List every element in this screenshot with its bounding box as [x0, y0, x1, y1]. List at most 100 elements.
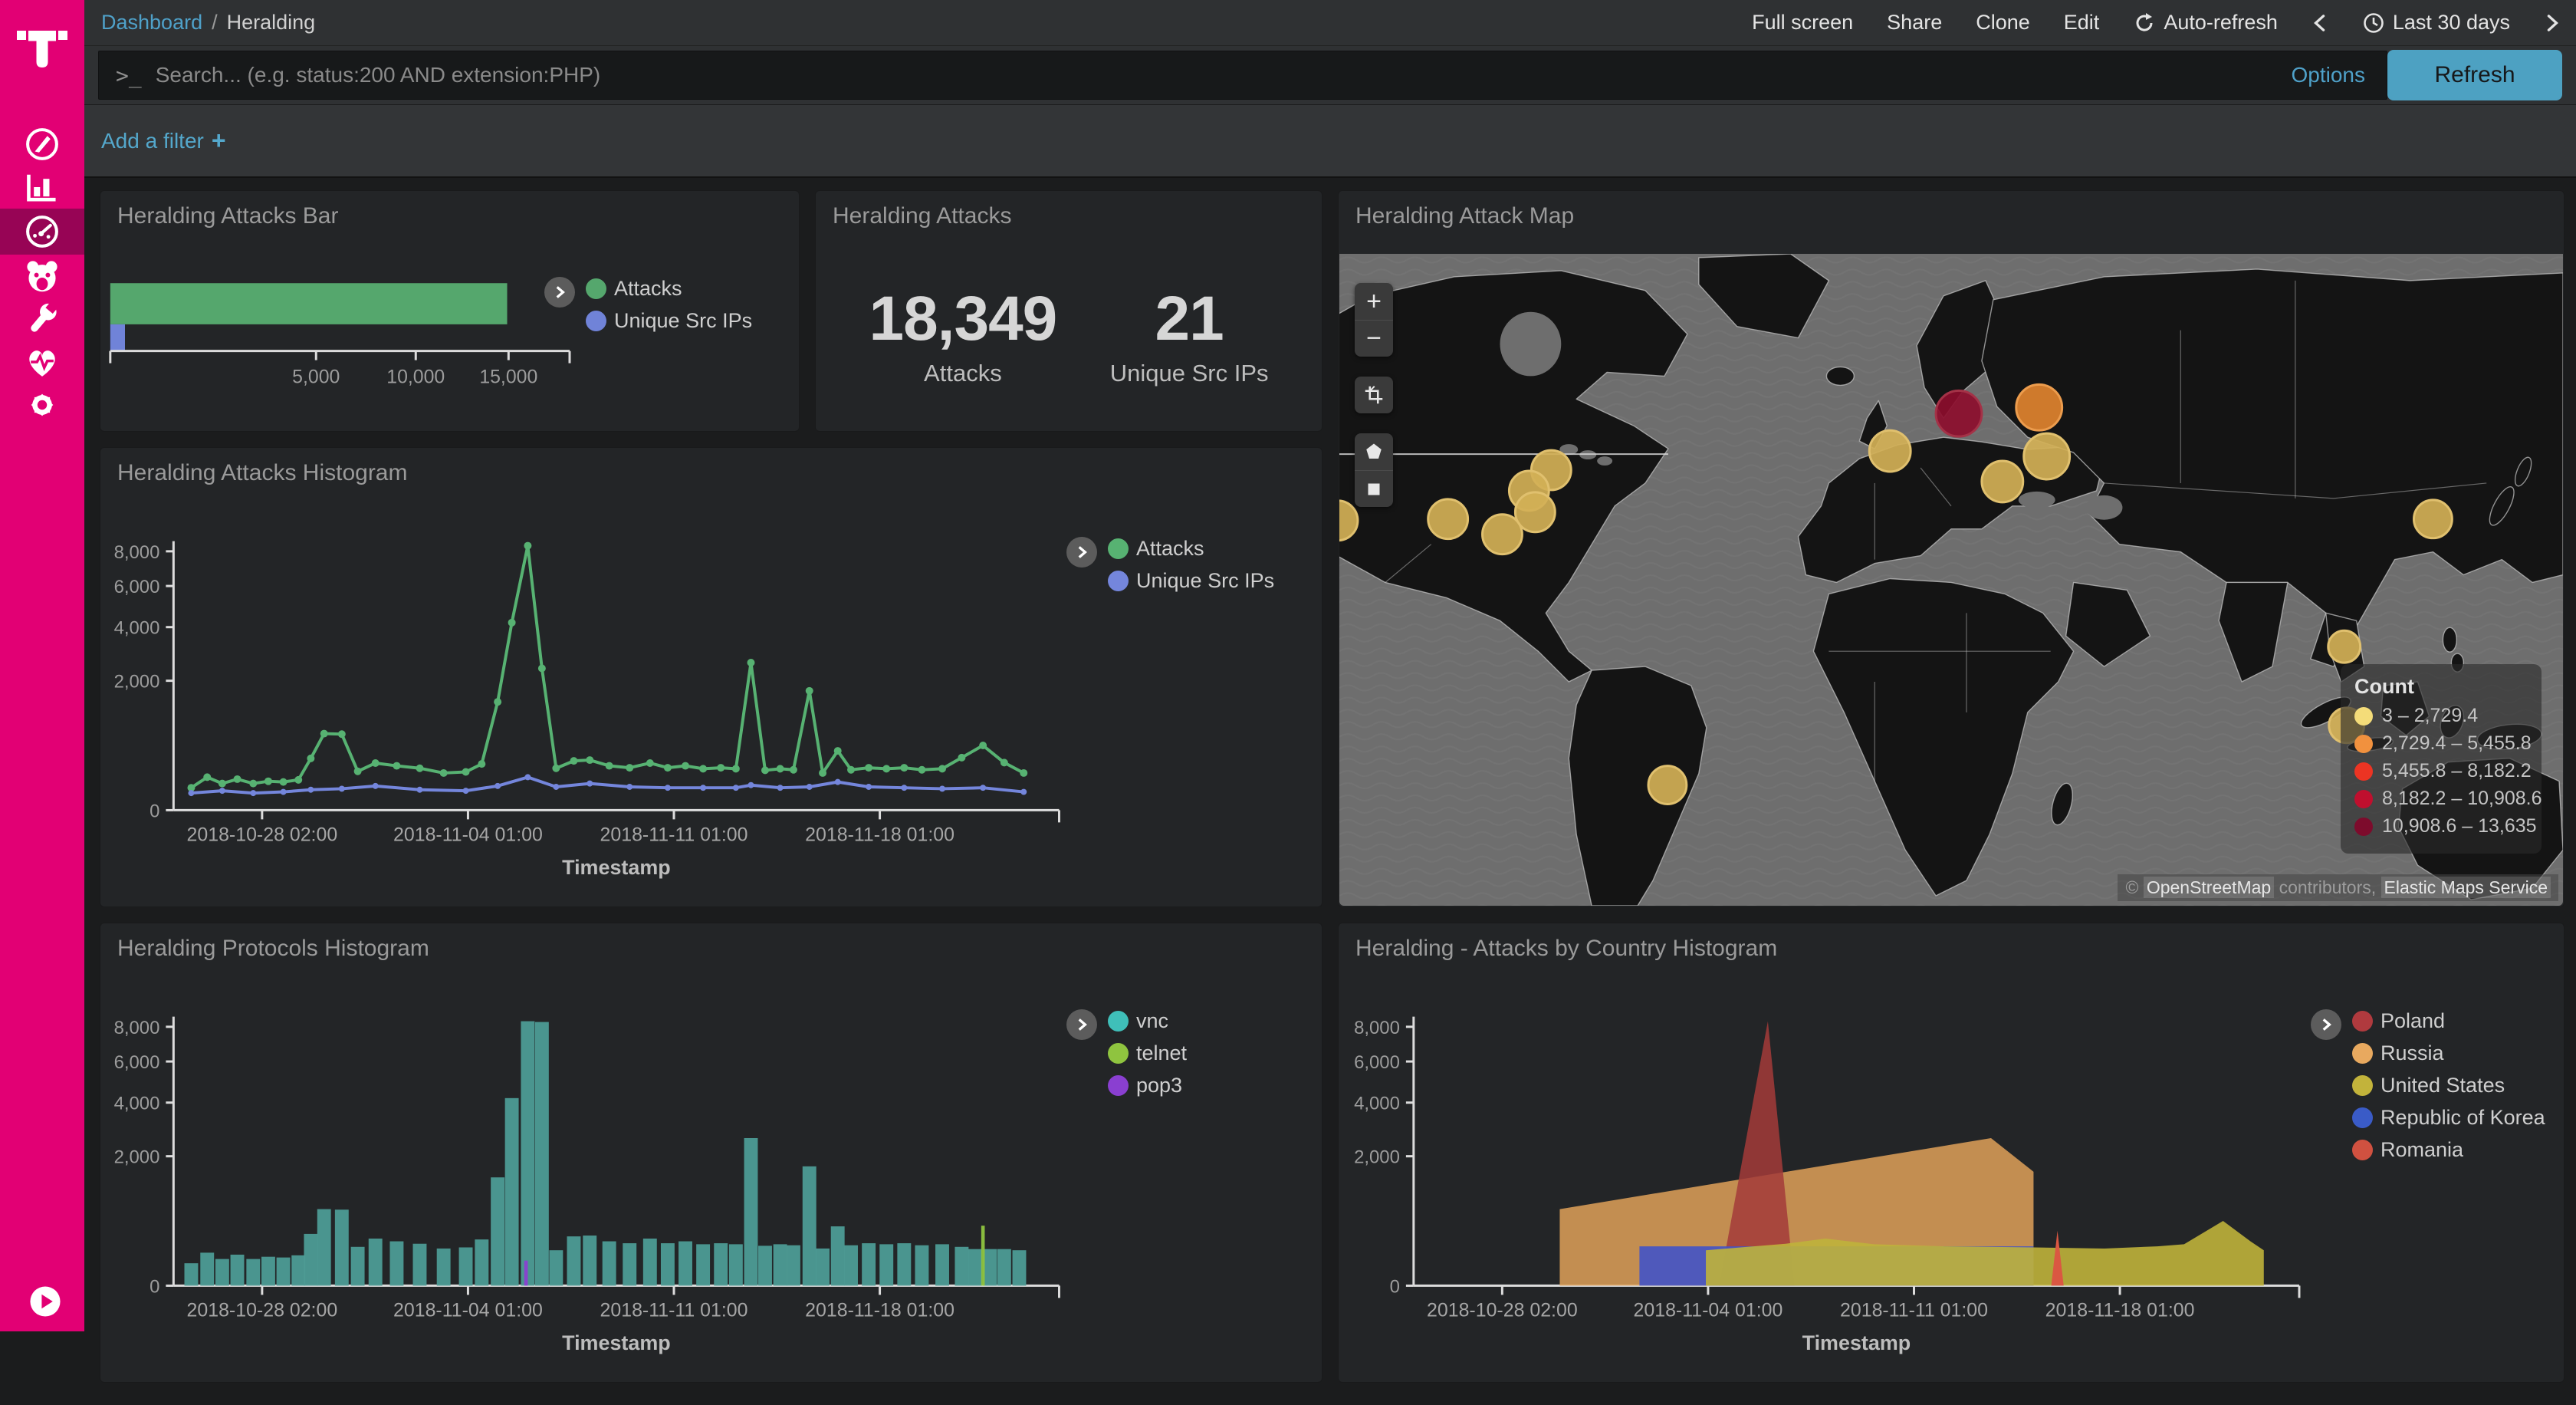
sidebar-item-honeypot[interactable]	[0, 255, 84, 298]
telekom-logo[interactable]	[15, 17, 70, 72]
map-draw-polygon-button[interactable]	[1355, 433, 1393, 470]
panel-country-histogram: Heralding - Attacks by Country Histogram…	[1338, 923, 2564, 1383]
map-point[interactable]	[2016, 384, 2062, 430]
map-point[interactable]	[1428, 499, 1468, 539]
metric-label: Unique Src IPs	[1110, 360, 1269, 387]
breadcrumb-dashboard-link[interactable]: Dashboard	[101, 11, 202, 35]
osm-link[interactable]: OpenStreetMap	[2144, 877, 2274, 898]
svg-text:2018-11-04 01:00: 2018-11-04 01:00	[393, 824, 543, 845]
map-point[interactable]	[1648, 766, 1687, 805]
clone-button[interactable]: Clone	[1976, 11, 2030, 35]
attacks-histogram-chart: 02,0004,0006,0008,0002018-10-28 02:00201…	[100, 448, 1322, 907]
world-map[interactable]: + −	[1339, 254, 2563, 906]
chart-svg: 02,0004,0006,0008,0002018-10-28 02:00201…	[100, 923, 1322, 1382]
svg-text:2018-11-04 01:00: 2018-11-04 01:00	[393, 1299, 543, 1321]
legend-item[interactable]: Attacks	[1108, 537, 1274, 561]
breadcrumb-separator: /	[212, 11, 218, 35]
breadcrumb: Dashboard / Heralding	[101, 11, 315, 35]
map-point[interactable]	[1869, 430, 1911, 472]
time-range-picker[interactable]: Last 30 days	[2362, 11, 2510, 35]
chart-legend: Attacks Unique Src IPs	[1066, 537, 1274, 593]
ems-link[interactable]: Elastic Maps Service	[2381, 877, 2551, 898]
map-draw-rect-button[interactable]	[1355, 470, 1393, 507]
add-filter-link[interactable]: Add a filter +	[101, 127, 226, 155]
panel-title: Heralding Attack Map	[1355, 203, 1574, 229]
chart-legend: Attacks Unique Src IPs	[544, 277, 752, 333]
refresh-icon	[2133, 12, 2156, 35]
breadcrumb-current: Heralding	[227, 11, 316, 35]
search-row: >_ Options Refresh	[84, 46, 2576, 104]
legend-item[interactable]: pop3	[1108, 1074, 1187, 1097]
svg-text:2,000: 2,000	[114, 1147, 160, 1168]
map-controls: + −	[1355, 283, 1393, 507]
sidebar	[0, 0, 84, 1331]
svg-text:2018-10-28 02:00: 2018-10-28 02:00	[1427, 1299, 1578, 1321]
panel-attacks-histogram: Heralding Attacks Histogram 02,0004,0006…	[100, 447, 1322, 907]
legend-item[interactable]: Unique Src IPs	[586, 309, 752, 333]
map-fit-bounds-button[interactable]	[1355, 377, 1393, 413]
gauge-icon	[21, 211, 63, 252]
svg-text:2018-11-11 01:00: 2018-11-11 01:00	[1840, 1299, 1988, 1321]
sidebar-item-monitoring[interactable]	[0, 341, 84, 383]
metric-value: 21	[1110, 283, 1269, 355]
svg-text:4,000: 4,000	[114, 1094, 160, 1114]
svg-text:2018-10-28 02:00: 2018-10-28 02:00	[187, 1299, 338, 1321]
map-point[interactable]	[2413, 500, 2452, 538]
map-legend-row: 3 – 2,729.4	[2354, 705, 2528, 727]
auto-refresh-button[interactable]: Auto-refresh	[2133, 11, 2278, 35]
gear-icon	[21, 384, 63, 426]
legend-toggle-button[interactable]	[2311, 1009, 2341, 1040]
legend-item[interactable]: Romania	[2352, 1138, 2545, 1162]
legend-item[interactable]: Republic of Korea	[2352, 1106, 2545, 1130]
map-point[interactable]	[1982, 461, 2023, 502]
legend-item[interactable]: Russia	[2352, 1041, 2545, 1065]
polygon-icon	[1362, 440, 1385, 463]
share-button[interactable]: Share	[1887, 11, 1942, 35]
svg-text:10,000: 10,000	[386, 367, 445, 387]
legend-toggle-button[interactable]	[1066, 1009, 1097, 1040]
legend-item[interactable]: Attacks	[586, 277, 752, 301]
svg-text:2018-11-18 01:00: 2018-11-18 01:00	[805, 824, 955, 845]
crop-icon	[1362, 383, 1385, 406]
legend-item[interactable]: Unique Src IPs	[1108, 569, 1274, 593]
sidebar-item-discover[interactable]	[0, 123, 84, 166]
map-point[interactable]	[1483, 515, 1523, 554]
chart-svg: 02,0004,0006,0008,0002018-10-28 02:00201…	[100, 448, 1322, 907]
search-options-link[interactable]: Options	[2292, 63, 2366, 87]
panel-attacks-bar: Heralding Attacks Bar 5,00010,00015,000 …	[100, 190, 800, 432]
map-point[interactable]	[2024, 433, 2070, 479]
search-input[interactable]	[156, 63, 2270, 87]
map-zoom-in-button[interactable]: +	[1355, 283, 1393, 320]
svg-text:2018-11-18 01:00: 2018-11-18 01:00	[2045, 1299, 2195, 1321]
metric-unique-src-ips: 21 Unique Src IPs	[1110, 283, 1269, 387]
compass-icon	[21, 123, 63, 165]
legend-item[interactable]: telnet	[1108, 1041, 1187, 1065]
svg-text:6,000: 6,000	[1354, 1052, 1400, 1073]
collapse-nav-button[interactable]	[28, 1284, 63, 1319]
time-forward-chevron-icon[interactable]	[2544, 12, 2561, 35]
svg-text:8,000: 8,000	[1354, 1018, 1400, 1038]
legend-item[interactable]: United States	[2352, 1074, 2545, 1097]
sidebar-item-dashboard[interactable]	[0, 209, 84, 255]
time-back-chevron-icon[interactable]	[2312, 12, 2328, 35]
legend-toggle-button[interactable]	[544, 277, 575, 308]
panel-protocols-histogram: Heralding Protocols Histogram 02,0004,00…	[100, 923, 1322, 1383]
sidebar-item-visualize[interactable]	[0, 166, 84, 209]
svg-text:8,000: 8,000	[114, 1018, 160, 1038]
legend-item[interactable]: vnc	[1108, 1009, 1187, 1033]
sidebar-nav	[0, 123, 84, 426]
svg-text:Timestamp: Timestamp	[562, 856, 671, 879]
legend-item[interactable]: Poland	[2352, 1009, 2545, 1033]
refresh-button[interactable]: Refresh	[2387, 50, 2562, 100]
map-point[interactable]	[1936, 390, 1982, 436]
full-screen-button[interactable]: Full screen	[1752, 11, 1853, 35]
edit-button[interactable]: Edit	[2064, 11, 2100, 35]
square-icon	[1362, 478, 1385, 501]
legend-toggle-button[interactable]	[1066, 537, 1097, 568]
map-zoom-out-button[interactable]: −	[1355, 320, 1393, 357]
dashboard-grid: Heralding Attacks Bar 5,00010,00015,000 …	[84, 178, 2576, 1405]
sidebar-item-devtools[interactable]	[0, 298, 84, 341]
sidebar-item-management[interactable]	[0, 383, 84, 426]
map-point[interactable]	[2328, 630, 2361, 663]
chart-legend: vnc telnet pop3	[1066, 1009, 1187, 1097]
